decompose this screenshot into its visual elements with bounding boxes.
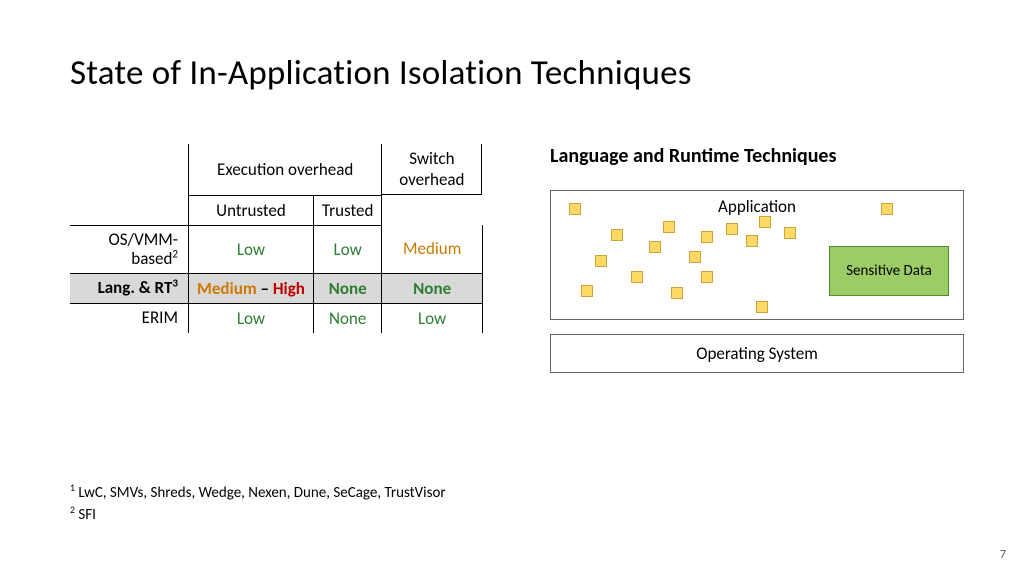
left-column: Execution overhead Switch overhead Untru… — [70, 144, 490, 373]
application-box: Application Sensitive Data — [550, 190, 964, 320]
memory-chip-icon — [701, 231, 713, 243]
memory-chip-icon — [611, 229, 623, 241]
memory-chip-icon — [689, 251, 701, 263]
memory-chip-icon — [784, 227, 796, 239]
page-number: 7 — [1000, 548, 1006, 562]
cell-osvmm-trusted: Low — [313, 225, 381, 273]
right-column: Language and Runtime Techniques Applicat… — [550, 144, 964, 373]
cell-langrt-switch: None — [382, 273, 483, 303]
row-label-langrt: Lang. & RT3 — [70, 273, 189, 303]
memory-chip-icon — [581, 285, 593, 297]
content-row: Execution overhead Switch overhead Untru… — [70, 144, 964, 373]
memory-chip-icon — [746, 235, 758, 247]
memory-chip-icon — [726, 223, 738, 235]
cell-erim-switch: Low — [382, 303, 483, 333]
cell-erim-trusted: None — [313, 303, 381, 333]
table-row-langrt: Lang. & RT3 Medium – High None None — [70, 273, 482, 303]
col-head-switch-overhead: Switch overhead — [382, 144, 482, 195]
memory-chip-icon — [881, 203, 893, 215]
memory-chip-icon — [701, 271, 713, 283]
application-label: Application — [718, 196, 796, 217]
footnote-1: 1 LwC, SMVs, Shreds, Wedge, Nexen, Dune,… — [70, 484, 446, 502]
memory-chip-icon — [663, 221, 675, 233]
footnote-2: 2 SFI — [70, 506, 446, 524]
cell-osvmm-untrusted: Low — [189, 225, 314, 273]
memory-chip-icon — [595, 255, 607, 267]
memory-chip-icon — [569, 203, 581, 215]
operating-system-box: Operating System — [550, 334, 964, 373]
memory-chip-icon — [671, 287, 683, 299]
row-label-osvmm: OS/VMM-based2 — [70, 225, 189, 273]
col-head-untrusted: Untrusted — [189, 195, 314, 225]
cell-erim-untrusted: Low — [189, 303, 314, 333]
memory-chip-icon — [649, 241, 661, 253]
footnotes: 1 LwC, SMVs, Shreds, Wedge, Nexen, Dune,… — [70, 484, 446, 528]
slide: State of In-Application Isolation Techni… — [0, 0, 1024, 576]
memory-chip-icon — [759, 216, 771, 228]
slide-title: State of In-Application Isolation Techni… — [70, 52, 964, 94]
col-head-trusted: Trusted — [313, 195, 381, 225]
cell-langrt-untrusted: Medium – High — [189, 273, 314, 303]
comparison-table: Execution overhead Switch overhead Untru… — [70, 144, 483, 333]
cell-osvmm-switch: Medium — [382, 225, 483, 273]
row-label-erim: ERIM — [70, 303, 189, 333]
sensitive-data-box: Sensitive Data — [829, 246, 949, 296]
cell-langrt-trusted: None — [313, 273, 381, 303]
memory-chip-icon — [756, 301, 768, 313]
col-head-exec-overhead: Execution overhead — [189, 144, 382, 195]
table-row-erim: ERIM Low None Low — [70, 303, 482, 333]
right-heading: Language and Runtime Techniques — [550, 144, 964, 168]
table-row-osvmm: OS/VMM-based2 Low Low Medium — [70, 225, 482, 273]
memory-chip-icon — [631, 271, 643, 283]
